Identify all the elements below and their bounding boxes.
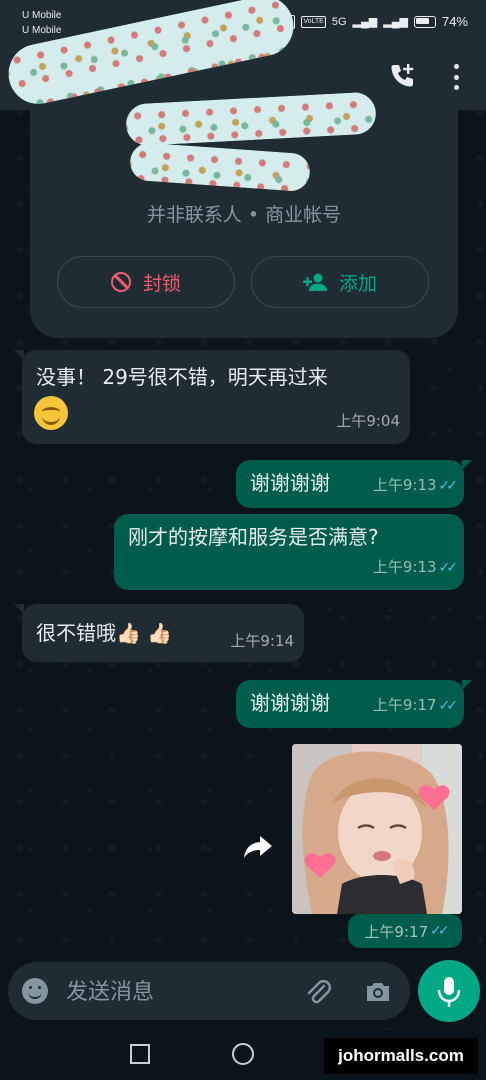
read-ticks-icon: ✓✓ (438, 698, 459, 714)
read-ticks-icon: ✓✓ (438, 560, 459, 576)
contact-subtitle: 并非联系人 • 商业帐号 (146, 204, 342, 226)
message-text: 很不错哦👍🏻 👍🏻 (36, 621, 173, 645)
message-text: 没事！ 29号很不错，明天再过来 (36, 365, 328, 389)
battery-level: 74% (441, 14, 468, 29)
message-time-wrap: 上午9:13 ✓✓ (372, 468, 459, 503)
add-button-label: 添加 (338, 272, 377, 295)
message-time: 上午9:13 (372, 476, 437, 494)
photo-time: 上午9:17 ✓✓ (348, 914, 462, 948)
home-nav-icon[interactable] (232, 1043, 254, 1065)
add-contact-button[interactable]: 添加 (251, 256, 429, 308)
carrier-label-2: U Mobile (22, 25, 62, 36)
contact-info-card: 并非联系人 • 商业帐号 封锁 添加 (2, 0, 458, 338)
attach-icon[interactable] (304, 978, 332, 1006)
read-ticks-icon: ✓✓ (438, 478, 459, 494)
microphone-icon (437, 977, 461, 1007)
message-time: 上午9:17 (372, 696, 437, 714)
battery-icon (413, 15, 436, 28)
photo-message[interactable] (292, 744, 462, 914)
message-composer[interactable]: 发送消息 (8, 962, 410, 1020)
add-person-icon (302, 273, 327, 291)
message-time: 上午9:14 (230, 632, 294, 650)
more-options-icon[interactable] (448, 64, 464, 90)
recents-nav-icon[interactable] (130, 1044, 150, 1064)
block-icon (110, 272, 131, 292)
block-button[interactable]: 封锁 (57, 256, 235, 308)
message-input[interactable]: 发送消息 (66, 974, 154, 1006)
camera-icon[interactable] (364, 978, 392, 1006)
network-type: 5G (331, 15, 347, 28)
emoji-icon[interactable] (22, 978, 48, 1004)
redacted-name-blob (128, 141, 312, 193)
message-outgoing[interactable]: 谢谢谢谢 上午9:13 ✓✓ (236, 460, 472, 508)
message-incoming[interactable]: 没事！ 29号很不错，明天再过来 上午9:04 (14, 350, 410, 444)
message-text: 刚才的按摩和服务是否满意? (128, 525, 379, 549)
message-incoming[interactable]: 很不错哦👍🏻 👍🏻 上午9:14 (14, 604, 304, 662)
message-time-wrap: 上午9:17 ✓✓ (372, 688, 459, 723)
signal-icon: ▂▄▆ (352, 16, 378, 28)
message-text: 谢谢谢谢 (250, 471, 330, 495)
message-time: 上午9:17 (364, 922, 429, 941)
status-icons: N VoLTE 5G ▂▄▆ ▂▄▆ 74% (282, 14, 468, 29)
smiling-face-emoji (34, 396, 68, 430)
message-time-wrap: 上午9:13 ✓✓ (372, 550, 459, 585)
volte-icon: VoLTE (301, 15, 326, 28)
forward-icon[interactable] (238, 826, 278, 866)
block-button-label: 封锁 (142, 272, 181, 295)
read-ticks-icon: ✓✓ (430, 923, 450, 939)
message-text: 谢谢谢谢 (250, 691, 330, 715)
photo-image (292, 744, 462, 914)
carrier-label-1: U Mobile (22, 10, 62, 21)
add-call-icon[interactable] (388, 62, 416, 90)
signal-icon-2: ▂▄▆ (383, 16, 408, 28)
message-time: 上午9:04 (336, 412, 400, 430)
message-outgoing[interactable]: 谢谢谢谢 上午9:17 ✓✓ (236, 680, 472, 728)
voice-message-button[interactable] (418, 960, 480, 1022)
message-outgoing[interactable]: 刚才的按摩和服务是否满意? 上午9:13 ✓✓ (114, 514, 464, 590)
watermark: johormalls.com (324, 1038, 478, 1074)
redacted-name-blob (125, 91, 377, 147)
message-time: 上午9:13 (372, 558, 437, 576)
